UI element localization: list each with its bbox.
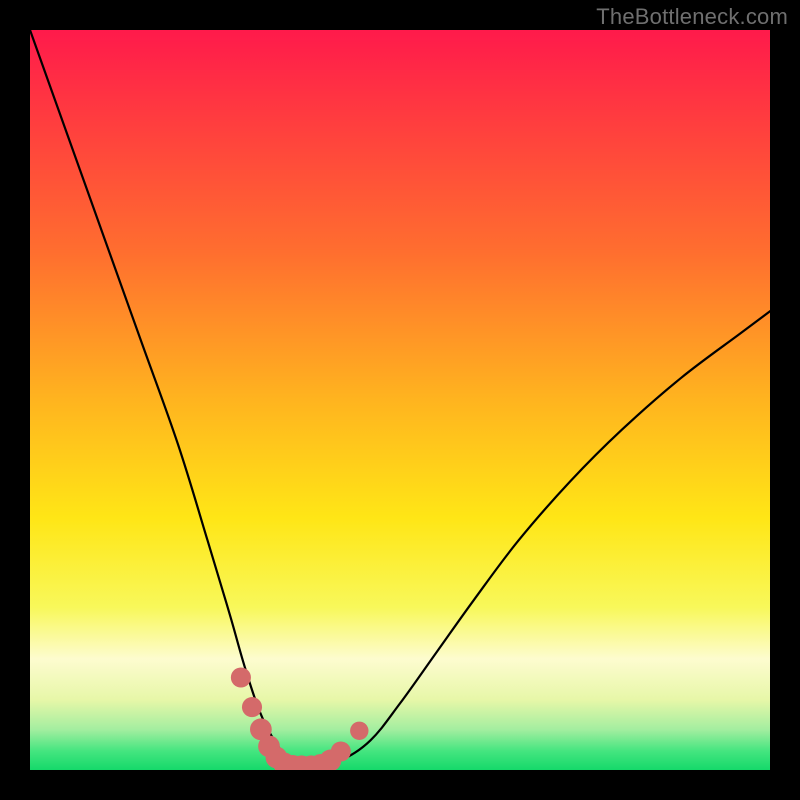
highlight-dot: [350, 722, 368, 740]
chart-frame: TheBottleneck.com: [0, 0, 800, 800]
highlight-dot: [231, 667, 251, 687]
highlight-dot: [331, 741, 351, 761]
highlight-dot: [242, 697, 262, 717]
plot-area: [30, 30, 770, 770]
watermark-text: TheBottleneck.com: [596, 4, 788, 30]
gradient-background: [30, 30, 770, 770]
bottleneck-chart: [30, 30, 770, 770]
